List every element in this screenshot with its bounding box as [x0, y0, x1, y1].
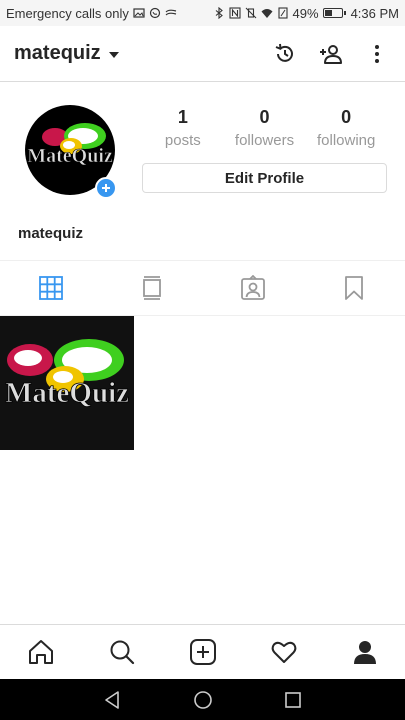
battery-percent: 49% — [292, 5, 319, 21]
nav-home[interactable] — [0, 625, 81, 679]
feed-icon — [142, 276, 161, 300]
account-switcher[interactable]: matequiz — [14, 42, 119, 65]
tab-saved[interactable] — [304, 261, 405, 315]
home-icon — [28, 640, 53, 664]
post-thumbnail[interactable]: MateQuiz — [0, 316, 134, 450]
home-circle-icon[interactable] — [193, 690, 213, 710]
stat-followers[interactable]: 0 followers — [224, 106, 306, 149]
grid-icon — [38, 276, 63, 300]
plus-icon — [102, 184, 110, 192]
signal-icon — [277, 7, 289, 19]
stat-following[interactable]: 0 following — [305, 106, 387, 149]
back-icon[interactable] — [103, 690, 123, 710]
avatar-container[interactable]: MateQuiz — [25, 105, 117, 199]
profile-icon — [353, 641, 376, 664]
bottom-navigation — [0, 624, 405, 679]
battery-icon — [322, 8, 346, 18]
nav-profile[interactable] — [324, 625, 405, 679]
nav-new-post[interactable] — [162, 625, 243, 679]
discover-people-button[interactable] — [317, 40, 345, 68]
tab-tagged[interactable] — [203, 261, 304, 315]
chevron-down-icon — [108, 51, 119, 58]
gallery-icon — [133, 7, 145, 19]
add-story-button[interactable] — [95, 177, 117, 199]
screen: Emergency calls only 49% 4:36 PM matequi… — [0, 0, 405, 720]
avatar-logo-text: MateQuiz — [27, 145, 113, 167]
options-menu-button[interactable] — [363, 40, 391, 68]
post-logo-text: MateQuiz — [5, 377, 129, 409]
profile-section: MateQuiz 1 posts 0 followers 0 following… — [0, 82, 405, 260]
matequiz-logo: MateQuiz — [0, 316, 134, 450]
wave-icon — [165, 7, 177, 19]
profile-tabs — [0, 260, 405, 316]
carrier-text: Emergency calls only — [6, 5, 129, 21]
stat-value: 0 — [259, 107, 270, 127]
stat-value: 0 — [341, 107, 352, 127]
stat-value: 1 — [177, 107, 188, 127]
profile-header: matequiz — [0, 26, 405, 82]
stat-label: posts — [164, 132, 201, 149]
profile-display-name: matequiz — [18, 225, 84, 242]
status-bar: Emergency calls only 49% 4:36 PM — [0, 0, 405, 26]
history-button[interactable] — [271, 40, 299, 68]
nav-search[interactable] — [81, 625, 162, 679]
whatsapp-icon — [149, 7, 161, 19]
tab-grid[interactable] — [0, 261, 101, 315]
edit-profile-button[interactable]: Edit Profile — [142, 163, 387, 193]
stat-label: followers — [234, 132, 295, 149]
history-icon — [275, 43, 293, 62]
search-icon — [110, 640, 134, 665]
add-post-icon — [189, 639, 216, 665]
tab-feed[interactable] — [101, 261, 202, 315]
stat-posts[interactable]: 1 posts — [142, 106, 224, 149]
clock: 4:36 PM — [350, 5, 399, 21]
tagged-icon — [241, 275, 266, 300]
recents-icon[interactable] — [283, 690, 303, 710]
profile-stats: 1 posts 0 followers 0 following — [142, 106, 387, 149]
system-navigation-bar — [0, 679, 405, 720]
more-vertical-icon — [375, 44, 379, 63]
vibrate-off-icon — [245, 7, 257, 19]
nfc-icon — [228, 7, 241, 19]
add-person-icon — [320, 44, 342, 64]
saved-icon — [345, 276, 364, 300]
header-username: matequiz — [14, 42, 101, 64]
activity-heart-icon — [271, 641, 296, 663]
wifi-icon — [261, 7, 273, 19]
bluetooth-icon — [213, 7, 225, 19]
stat-label: following — [316, 132, 376, 149]
nav-activity[interactable] — [243, 625, 324, 679]
